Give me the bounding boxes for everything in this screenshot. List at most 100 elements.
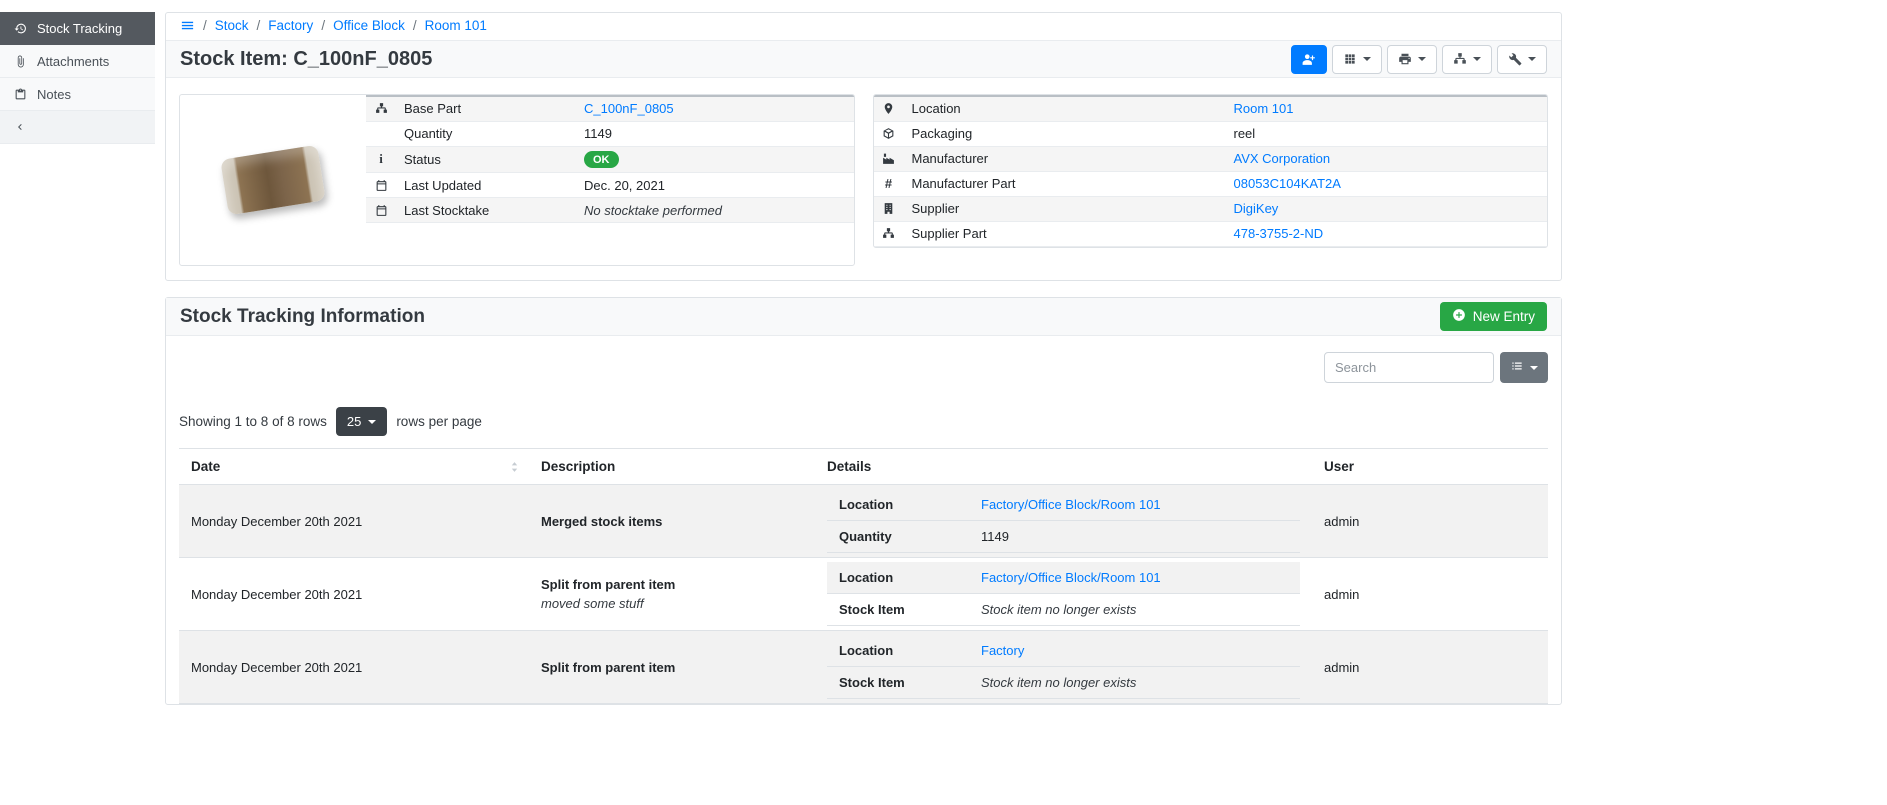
kv-label: Packaging (904, 121, 1226, 146)
kv-row-supplier: Supplier DigiKey (874, 196, 1548, 221)
sidebar-item-attachments[interactable]: Attachments (0, 45, 155, 78)
sidebar-item-label: Attachments (37, 54, 109, 69)
kv-label: Supplier Part (904, 221, 1226, 246)
sidebar-item-label: Notes (37, 87, 71, 102)
map-pin-icon (882, 101, 895, 116)
quantity-value: 1149 (576, 121, 854, 146)
sidebar-collapse-button[interactable] (0, 111, 155, 144)
breadcrumb-link-office-block[interactable]: Office Block (333, 18, 405, 33)
breadcrumb-link-room-101[interactable]: Room 101 (425, 18, 487, 33)
chevron-down-icon (1418, 57, 1426, 61)
detail-row: Location Factory/Office Block/Room 101 (827, 489, 1300, 521)
table-row: Monday December 20th 2021 Split from par… (179, 558, 1548, 631)
column-header-date[interactable]: Date (179, 449, 529, 485)
package-icon (882, 126, 895, 141)
kv-row-last-stocktake: Last Stocktake No stocktake performed (366, 198, 854, 223)
kv-label: Status (396, 146, 576, 173)
kv-row-manufacturer-part: # Manufacturer Part 08053C104KAT2A (874, 171, 1548, 196)
search-input[interactable] (1324, 352, 1494, 383)
tracking-table: Date Description Details User (179, 448, 1548, 704)
detail-row: Location Factory (827, 635, 1300, 667)
barcode-actions-button[interactable] (1332, 45, 1382, 74)
tracking-user: admin (1312, 631, 1548, 704)
edit-actions-button[interactable] (1497, 45, 1547, 74)
menu-icon[interactable] (180, 18, 195, 33)
breadcrumb: / Stock / Factory / Office Block / Room … (166, 13, 1561, 40)
sort-icon (508, 460, 521, 473)
smd-capacitor-photo (220, 145, 326, 216)
last-updated-value: Dec. 20, 2021 (576, 173, 854, 198)
breadcrumb-separator: / (413, 18, 417, 33)
tracking-date: Monday December 20th 2021 (179, 485, 529, 558)
sitemap-icon (882, 226, 895, 241)
page-size-value: 25 (347, 414, 361, 429)
column-header-details[interactable]: Details (815, 449, 1312, 485)
detail-label: Stock Item (827, 667, 969, 699)
detail-label: Location (827, 489, 969, 521)
plus-circle-icon (1452, 308, 1466, 325)
sidebar-item-label: Stock Tracking (37, 21, 122, 36)
tracking-description: Split from parent item (541, 660, 803, 675)
sitemap-icon (375, 101, 388, 116)
kv-row-quantity: Quantity 1149 (366, 121, 854, 146)
new-entry-button[interactable]: New Entry (1440, 302, 1547, 331)
sidebar-item-stock-tracking[interactable]: Stock Tracking (0, 12, 155, 45)
breadcrumb-link-factory[interactable]: Factory (268, 18, 313, 33)
tracking-description: Merged stock items (541, 514, 803, 529)
kv-row-status: i Status OK (366, 146, 854, 173)
chevron-down-icon (1530, 366, 1538, 370)
sidebar-item-notes[interactable]: Notes (0, 78, 155, 111)
column-header-label: User (1324, 459, 1354, 474)
detail-location-link[interactable]: Factory/Office Block/Room 101 (981, 497, 1161, 512)
detail-sub-table: Location Factory/Office Block/Room 101 Q… (827, 489, 1300, 553)
packaging-value: reel (1226, 121, 1548, 146)
kv-row-manufacturer: Manufacturer AVX Corporation (874, 146, 1548, 171)
column-header-label: Description (541, 459, 615, 474)
paperclip-icon (13, 55, 27, 68)
industry-icon (882, 151, 895, 166)
user-actions-button[interactable] (1291, 45, 1327, 74)
grid-icon (1343, 52, 1357, 66)
stock-item-panel: / Stock / Factory / Office Block / Room … (165, 12, 1562, 281)
stock-actions-button[interactable] (1442, 45, 1492, 74)
kv-label: Base Part (396, 96, 576, 121)
history-icon (13, 22, 27, 35)
tracking-description: Split from parent item (541, 577, 803, 592)
detail-sub-table: Location Factory Stock Item Stock item n… (827, 635, 1300, 699)
stock-item-sourcing-table: Location Room 101 Packaging reel Manufac… (874, 95, 1548, 247)
showing-rows-text: Showing 1 to 8 of 8 rows (179, 414, 327, 429)
base-part-link[interactable]: C_100nF_0805 (584, 101, 674, 116)
breadcrumb-separator: / (321, 18, 325, 33)
detail-label: Location (827, 635, 969, 667)
kv-label: Location (904, 96, 1226, 121)
manufacturer-link[interactable]: AVX Corporation (1234, 151, 1331, 166)
building-icon (882, 201, 895, 216)
detail-location-link[interactable]: Factory/Office Block/Room 101 (981, 570, 1161, 585)
detail-value: Stock item no longer exists (969, 594, 1300, 626)
kv-label: Last Stocktake (396, 198, 576, 223)
supplier-link[interactable]: DigiKey (1234, 201, 1279, 216)
detail-location-link[interactable]: Factory (981, 643, 1024, 658)
list-icon (1510, 359, 1524, 376)
tracking-section-header: Stock Tracking Information New Entry (166, 298, 1561, 336)
print-actions-button[interactable] (1387, 45, 1437, 74)
column-header-label: Date (191, 459, 220, 474)
column-select-button[interactable] (1500, 352, 1548, 383)
breadcrumb-link-stock[interactable]: Stock (215, 18, 249, 33)
detail-sub-table: Location Factory/Office Block/Room 101 S… (827, 562, 1300, 626)
chevron-left-icon (13, 121, 27, 133)
kv-label: Manufacturer (904, 146, 1226, 171)
tracking-note: moved some stuff (541, 596, 803, 611)
table-header-row: Date Description Details User (179, 449, 1548, 485)
stock-item-summary-card: Base Part C_100nF_0805 Quantity 1149 i (179, 94, 855, 266)
column-header-description[interactable]: Description (529, 449, 815, 485)
location-link[interactable]: Room 101 (1234, 101, 1294, 116)
detail-value: 1149 (969, 521, 1300, 553)
detail-row: Quantity 1149 (827, 521, 1300, 553)
manufacturer-part-link[interactable]: 08053C104KAT2A (1234, 176, 1341, 191)
pagination-bar: Showing 1 to 8 of 8 rows 25 rows per pag… (179, 407, 1548, 436)
supplier-part-link[interactable]: 478-3755-2-ND (1234, 226, 1324, 241)
part-image[interactable] (180, 95, 366, 265)
page-size-button[interactable]: 25 (336, 407, 387, 436)
column-header-user[interactable]: User (1312, 449, 1548, 485)
